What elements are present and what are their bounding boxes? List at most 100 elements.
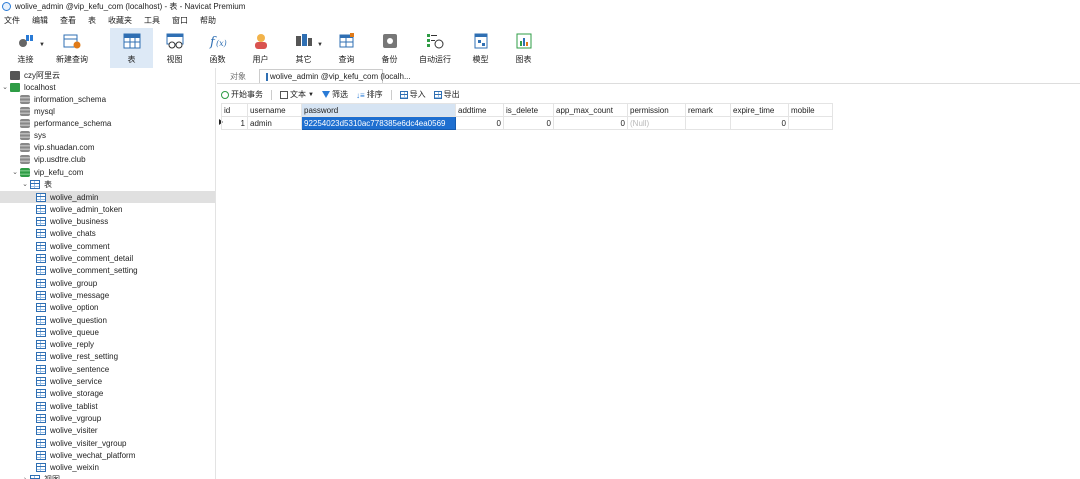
table-row[interactable]: 1 admin 92254023d5310ac778385e6dc4ea0569… <box>221 116 833 130</box>
menu-view[interactable]: 查看 <box>54 15 82 26</box>
tree-table-item[interactable]: wolive_option <box>0 302 215 314</box>
tree-db-performance-schema[interactable]: performance_schema <box>10 117 111 129</box>
sort-button[interactable]: ↓≡ 排序 <box>356 89 383 100</box>
tree-table-item[interactable]: wolive_group <box>0 277 215 289</box>
cell-app-max-count[interactable]: 0 <box>553 116 628 130</box>
function-button[interactable]: f (x) 函数 <box>196 28 239 68</box>
begin-transaction-button[interactable]: 开始事务 <box>221 89 263 100</box>
cell-mobile[interactable] <box>788 116 833 130</box>
column-header-expire-time[interactable]: expire_time <box>730 103 789 117</box>
menu-favorites[interactable]: 收藏夹 <box>102 15 138 26</box>
menu-help[interactable]: 帮助 <box>194 15 222 26</box>
user-button[interactable]: 用户 <box>239 28 282 68</box>
tree-table-item[interactable]: wolive_comment_setting <box>0 265 215 277</box>
view-button[interactable]: 视图 <box>153 28 196 68</box>
menu-file[interactable]: 文件 <box>0 15 26 26</box>
tree-table-item[interactable]: wolive_sentence <box>0 363 215 375</box>
export-button[interactable]: 导出 <box>433 89 460 100</box>
tree-node-label: wolive_queue <box>50 327 99 337</box>
menu-edit[interactable]: 编辑 <box>26 15 54 26</box>
tree-db-vip-kefu-com[interactable]: ⌄ vip_kefu_com <box>0 166 83 178</box>
sort-label: 排序 <box>366 90 383 99</box>
tree-table-item[interactable]: wolive_vgroup <box>0 412 215 424</box>
column-header-permission[interactable]: permission <box>627 103 686 117</box>
column-header-id[interactable]: id <box>221 103 248 117</box>
tree-table-item[interactable]: wolive_wechat_platform <box>0 449 215 461</box>
tree-table-item[interactable]: wolive_message <box>0 289 215 301</box>
connection-icon <box>10 70 20 80</box>
import-icon <box>399 90 408 99</box>
tree-table-item[interactable]: wolive_visiter <box>0 425 215 437</box>
chart-button[interactable]: 图表 <box>502 28 545 68</box>
chart-label: 图表 <box>515 55 532 64</box>
column-header-password[interactable]: password <box>301 103 456 117</box>
tree-table-item[interactable]: wolive_reply <box>0 339 215 351</box>
schedule-button[interactable]: 自动运行 <box>411 28 459 68</box>
column-header-remark[interactable]: remark <box>685 103 731 117</box>
tab-wolive-admin[interactable]: wolive_admin @vip_kefu_com (localh... <box>259 69 411 83</box>
tree-table-item[interactable]: wolive_comment_detail <box>0 253 215 265</box>
other-button[interactable]: 其它 ▼ <box>282 28 325 68</box>
tree-db-sys[interactable]: sys <box>10 129 46 141</box>
tree-table-item[interactable]: wolive_admin_token <box>0 203 215 215</box>
menu-tools[interactable]: 工具 <box>138 15 166 26</box>
cell-expire-time[interactable]: 0 <box>730 116 789 130</box>
tree-table-item[interactable]: wolive_admin <box>0 191 215 203</box>
chevron-down-icon[interactable]: ▼ <box>317 42 323 48</box>
import-button[interactable]: 导入 <box>399 89 426 100</box>
navigation-tree[interactable]: czy阿里云 ⌄ localhost information_schema my… <box>0 68 216 479</box>
tree-table-item[interactable]: wolive_visiter_vgroup <box>0 437 215 449</box>
model-button[interactable]: 模型 <box>459 28 502 68</box>
tree-table-item[interactable]: wolive_storage <box>0 388 215 400</box>
menu-window[interactable]: 窗口 <box>166 15 194 26</box>
menu-table[interactable]: 表 <box>82 15 102 26</box>
column-header-addtime[interactable]: addtime <box>455 103 504 117</box>
toolbar-divider <box>271 89 272 100</box>
cell-permission[interactable]: (Null) <box>627 116 686 130</box>
cell-password[interactable]: 92254023d5310ac778385e6dc4ea0569 <box>301 116 456 130</box>
chevron-right-icon[interactable]: › <box>20 476 30 479</box>
tree-folder-views[interactable]: › 视图 <box>10 473 60 479</box>
cell-is-delete[interactable]: 0 <box>503 116 554 130</box>
column-header-username[interactable]: username <box>247 103 302 117</box>
new-query-label: 新建查询 <box>56 55 88 64</box>
cell-remark[interactable] <box>685 116 731 130</box>
table-button[interactable]: 表 <box>110 28 153 68</box>
tree-node-label: 视图 <box>44 474 60 479</box>
tree-db-shuadan[interactable]: vip.shuadan.com <box>10 141 94 153</box>
tree-connection-aliyun[interactable]: czy阿里云 <box>0 69 60 81</box>
tree-table-item[interactable]: wolive_tablist <box>0 400 215 412</box>
chevron-down-icon[interactable]: ⌄ <box>10 168 20 176</box>
tree-connection-localhost[interactable]: ⌄ localhost <box>0 81 56 93</box>
tree-table-item[interactable]: wolive_weixin <box>0 462 215 474</box>
tree-db-information-schema[interactable]: information_schema <box>10 93 106 105</box>
tree-table-item[interactable]: wolive_chats <box>0 228 215 240</box>
connect-button[interactable]: 连接 ▼ <box>4 28 47 68</box>
filter-button[interactable]: 筛选 <box>321 89 348 100</box>
chevron-down-icon[interactable]: ⌄ <box>20 180 30 188</box>
text-button[interactable]: 文本 ▼ <box>280 89 314 100</box>
tree-table-item[interactable]: wolive_comment <box>0 240 215 252</box>
chevron-down-icon[interactable]: ▼ <box>308 92 314 98</box>
query-button[interactable]: 查询 <box>325 28 368 68</box>
tree-table-item[interactable]: wolive_rest_setting <box>0 351 215 363</box>
column-header-app-max-count[interactable]: app_max_count <box>553 103 628 117</box>
column-header-is-delete[interactable]: is_delete <box>503 103 554 117</box>
column-header-mobile[interactable]: mobile <box>788 103 833 117</box>
tree-folder-tables[interactable]: ⌄ 表 <box>10 178 52 190</box>
chevron-down-icon[interactable]: ▼ <box>39 42 45 48</box>
new-query-button[interactable]: 新建查询 <box>47 28 97 68</box>
data-grid[interactable]: id username password addtime is_delete a… <box>221 103 833 130</box>
tree-db-mysql[interactable]: mysql <box>10 105 55 117</box>
cell-addtime[interactable]: 0 <box>455 116 504 130</box>
tree-db-usdtre[interactable]: vip.usdtre.club <box>10 153 86 165</box>
backup-button[interactable]: 备份 <box>368 28 411 68</box>
cell-username[interactable]: admin <box>247 116 302 130</box>
tab-objects[interactable]: 对象 <box>217 69 259 83</box>
tree-table-item[interactable]: wolive_question <box>0 314 215 326</box>
cell-id[interactable]: 1 <box>221 116 248 130</box>
tree-table-item[interactable]: wolive_queue <box>0 326 215 338</box>
chevron-down-icon[interactable]: ⌄ <box>0 83 10 91</box>
tree-table-item[interactable]: wolive_service <box>0 376 215 388</box>
tree-table-item[interactable]: wolive_business <box>0 216 215 228</box>
